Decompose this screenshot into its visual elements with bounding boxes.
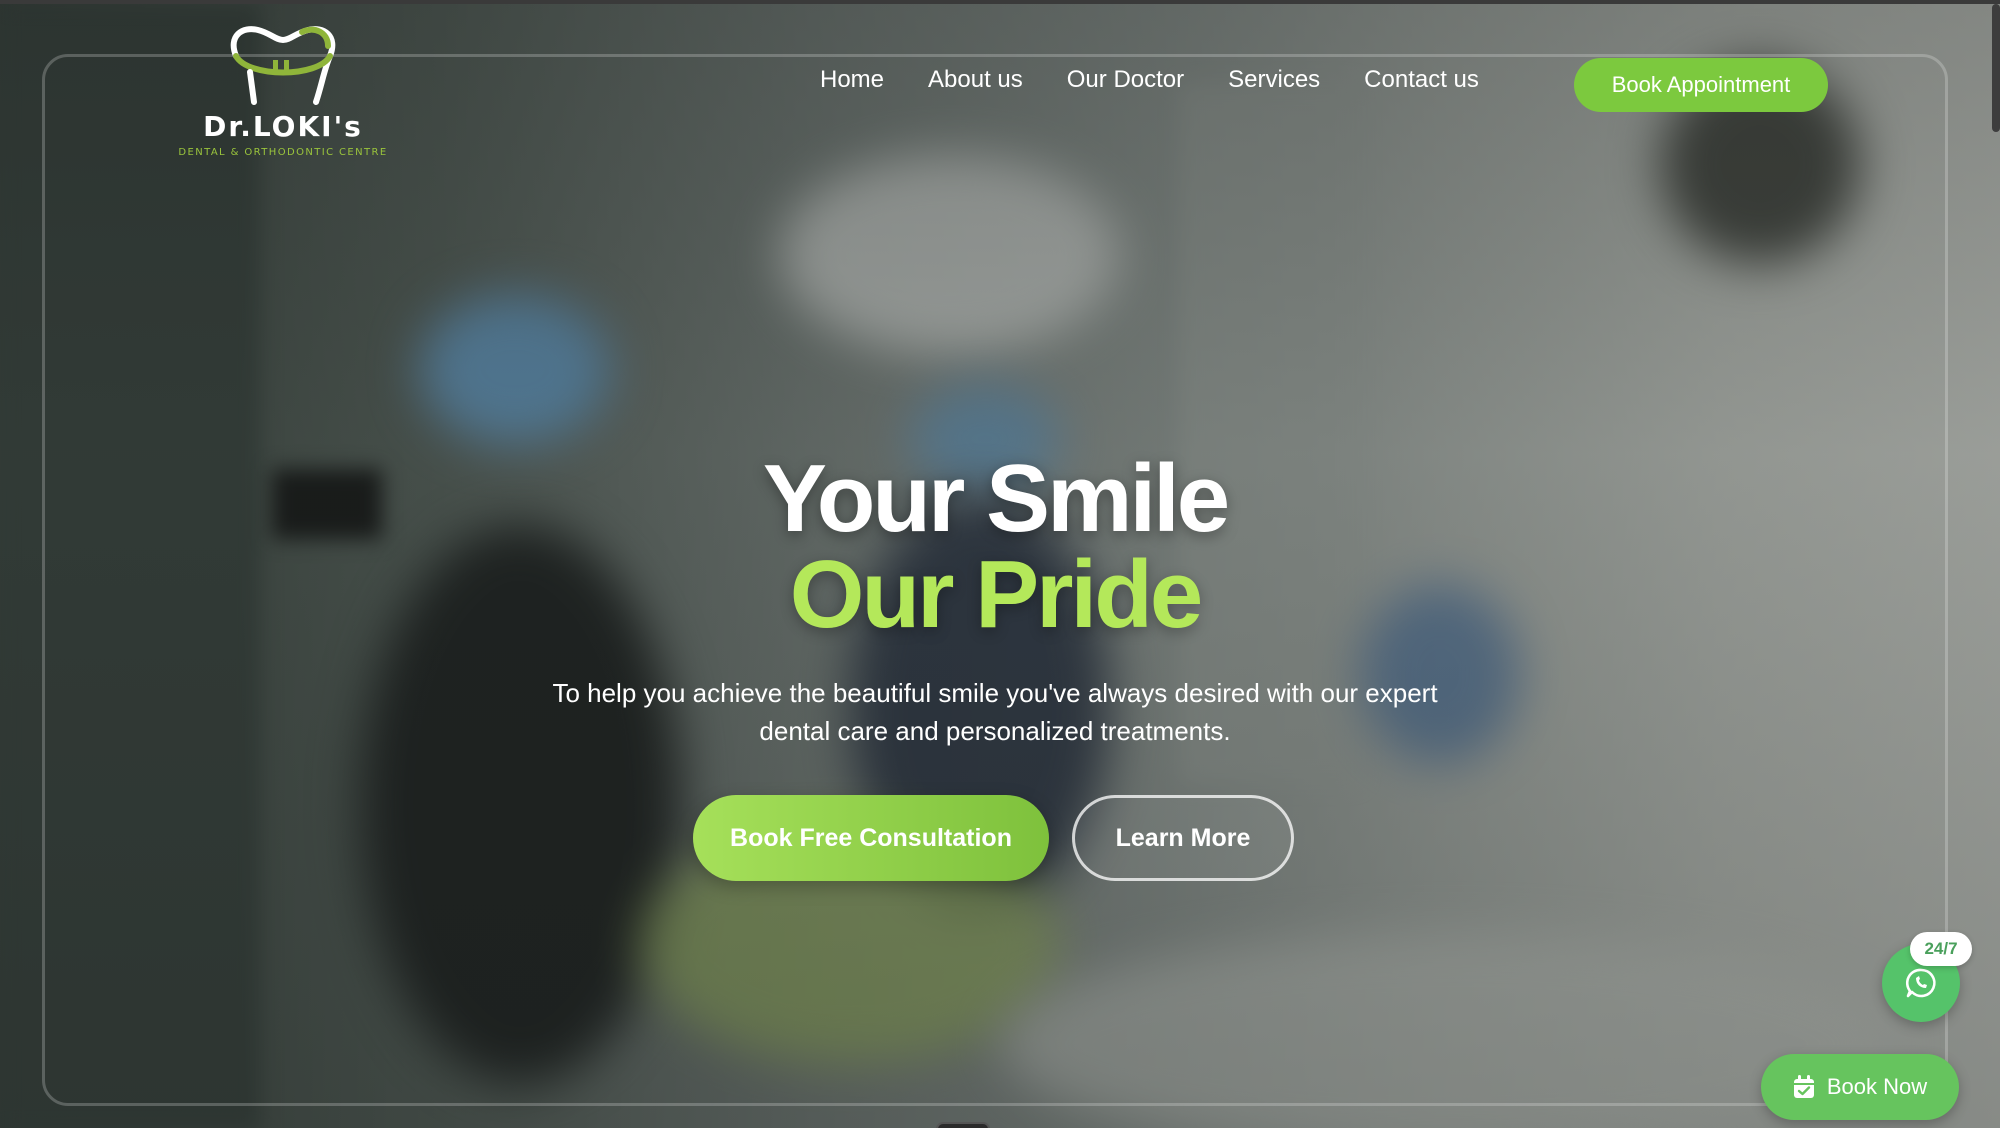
- hero-title-line1: Your Smile: [762, 445, 1230, 552]
- whatsapp-24-7-badge: 24/7: [1910, 932, 1972, 966]
- tooth-logo-icon: [230, 26, 336, 105]
- nav-item-about-us[interactable]: About us: [928, 66, 1023, 94]
- book-now-label: Book Now: [1826, 1074, 1928, 1099]
- scrollbar[interactable]: [1992, 4, 2000, 132]
- book-free-consultation-button[interactable]: Book Free Consultation: [693, 795, 1049, 881]
- site-logo[interactable]: Dr.LOKI's DENTAL & ORTHODONTIC CENTRE: [178, 22, 388, 158]
- nav-item-services[interactable]: Services: [1228, 66, 1320, 94]
- learn-more-button[interactable]: Learn More: [1072, 795, 1294, 881]
- hero-subtitle: To help you achieve the beautiful smile …: [552, 678, 1438, 746]
- nav-item-contact-us[interactable]: Contact us: [1364, 66, 1479, 94]
- hero-title-line2: Our Pride: [789, 541, 1203, 648]
- main-navigation: Home About us Our Doctor Services Contac…: [820, 66, 1479, 94]
- book-appointment-button[interactable]: Book Appointment: [1574, 58, 1828, 112]
- logo-name: Dr.LOKI's: [203, 110, 363, 143]
- nav-item-our-doctor[interactable]: Our Doctor: [1067, 66, 1184, 94]
- nav-item-home[interactable]: Home: [820, 66, 884, 94]
- scroll-indicator[interactable]: [936, 1122, 990, 1128]
- page: Dr.LOKI's DENTAL & ORTHODONTIC CENTRE Ho…: [0, 0, 2000, 1128]
- book-now-button[interactable]: Book Now: [1761, 1054, 1959, 1120]
- whatsapp-icon: [1905, 968, 1936, 998]
- calendar-check-icon: [1793, 1075, 1814, 1098]
- logo-tagline: DENTAL & ORTHODONTIC CENTRE: [178, 147, 388, 158]
